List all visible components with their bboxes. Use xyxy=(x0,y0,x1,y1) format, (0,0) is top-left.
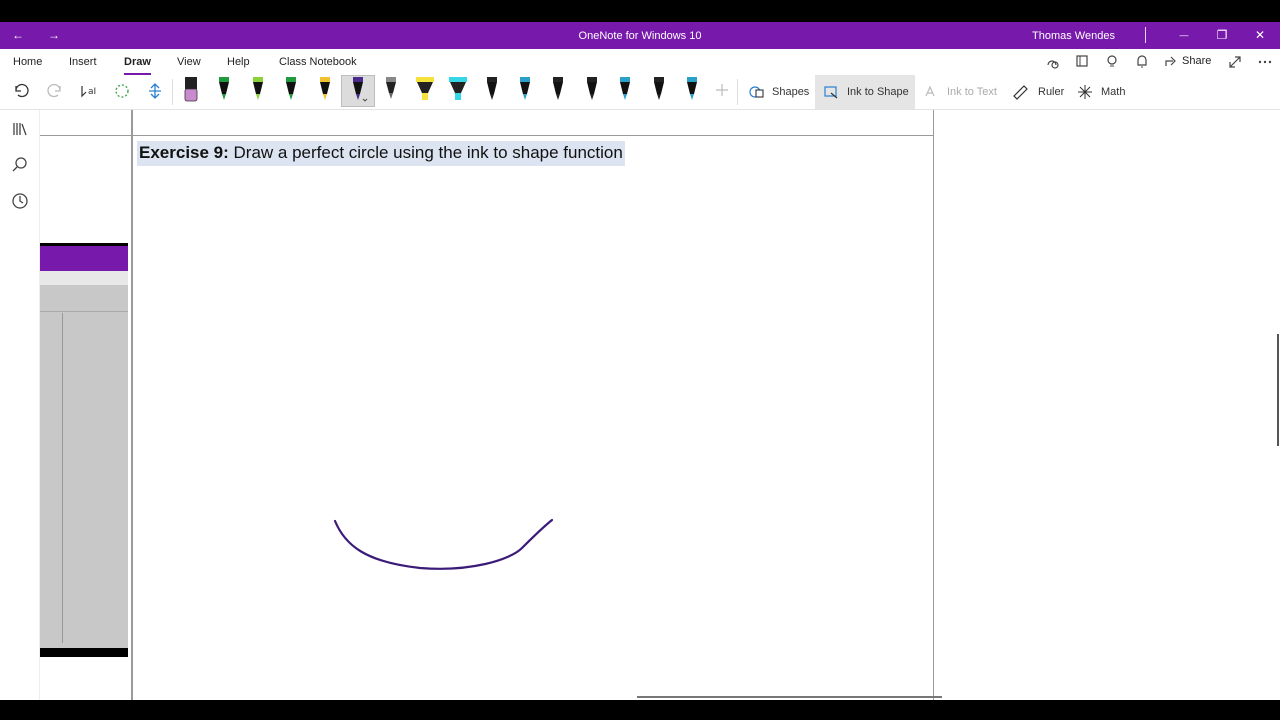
pen-tool-12[interactable] xyxy=(547,75,569,105)
ruler-icon xyxy=(1013,85,1028,100)
ink-stroke[interactable] xyxy=(320,510,570,580)
add-pen-icon[interactable] xyxy=(714,82,730,98)
pen-tool-3[interactable] xyxy=(247,75,269,105)
left-rail xyxy=(0,110,40,700)
pen-tool-14[interactable] xyxy=(614,75,636,105)
lasso-type-select-icon[interactable]: aI xyxy=(80,82,98,100)
svg-text:aI: aI xyxy=(88,87,96,97)
close-icon: ✕ xyxy=(1254,28,1266,42)
page-canvas[interactable] xyxy=(40,110,1280,700)
title-bar: ← → OneNote for Windows 10 Thomas Wendes… xyxy=(0,22,1280,49)
ink-to-text-label: Ink to Text xyxy=(947,86,997,98)
shapes-button[interactable]: Shapes xyxy=(748,81,809,103)
horizontal-scrollbar[interactable] xyxy=(637,696,942,698)
tab-draw[interactable]: Draw xyxy=(124,56,151,75)
user-name[interactable]: Thomas Wendes xyxy=(1032,30,1115,42)
pen-tool-2[interactable] xyxy=(213,75,235,105)
eraser-tool-1[interactable] xyxy=(180,75,202,105)
embedded-screenshot-thumbnail[interactable] xyxy=(40,243,128,657)
minimize-icon: — xyxy=(1179,30,1189,40)
page-left-border xyxy=(131,110,133,700)
tab-view[interactable]: View xyxy=(177,56,201,68)
pencil-tool-7[interactable] xyxy=(380,75,402,105)
search-icon[interactable] xyxy=(11,156,29,174)
exercise-instruction: Draw a perfect circle using the ink to s… xyxy=(228,143,623,162)
page-header-divider xyxy=(40,135,933,136)
thumbnail-border xyxy=(62,313,63,643)
shapes-icon xyxy=(749,86,764,98)
sync-status-icon[interactable] xyxy=(1044,55,1060,69)
pen-tool-4[interactable] xyxy=(280,75,302,105)
pen-tool-16[interactable] xyxy=(681,75,703,105)
toolbar-separator-2 xyxy=(737,79,738,105)
math-icon xyxy=(1078,85,1092,99)
share-button[interactable]: Share xyxy=(1164,55,1211,67)
title-separator xyxy=(1145,27,1146,43)
ruler-button[interactable]: Ruler xyxy=(1012,81,1064,103)
pen-tool-6[interactable] xyxy=(347,75,369,105)
onenote-window: ← → OneNote for Windows 10 Thomas Wendes… xyxy=(0,0,1280,720)
exercise-label: Exercise 9: xyxy=(139,143,229,162)
ink-to-text-icon xyxy=(925,85,935,97)
highlighter-tool-8[interactable] xyxy=(414,75,436,105)
vertical-scrollbar[interactable] xyxy=(1277,334,1279,446)
pen-tool-15[interactable] xyxy=(648,75,670,105)
thumbnail-ribbon xyxy=(40,271,128,285)
page-right-border xyxy=(933,110,934,700)
toolbar-separator xyxy=(172,79,173,105)
ink-to-shape-button[interactable]: Ink to Shape xyxy=(823,81,909,103)
add-space-icon[interactable] xyxy=(147,82,163,100)
exercise-text[interactable]: Exercise 9: Draw a perfect circle using … xyxy=(137,141,625,166)
math-button[interactable]: Math xyxy=(1077,81,1125,103)
tab-insert[interactable]: Insert xyxy=(69,56,97,68)
pen-tool-5[interactable] xyxy=(314,75,336,105)
bottom-letterbox xyxy=(0,700,1280,720)
math-label: Math xyxy=(1101,86,1126,98)
tab-home[interactable]: Home xyxy=(13,56,42,68)
ink-to-text-button[interactable]: Ink to Text xyxy=(923,81,997,103)
ink-to-shape-icon xyxy=(824,86,838,99)
close-button[interactable]: ✕ xyxy=(1250,26,1270,44)
tab-help[interactable]: Help xyxy=(227,56,250,68)
ink-to-shape-label: Ink to Shape xyxy=(847,86,909,98)
lasso-select-icon[interactable] xyxy=(113,82,131,100)
ribbon: Home Insert Draw View Help Class Noteboo… xyxy=(0,49,1280,110)
more-options-icon[interactable] xyxy=(1258,55,1272,69)
ruler-label: Ruler xyxy=(1038,86,1065,98)
thumbnail-titlebar xyxy=(40,243,128,271)
notebook-icon[interactable] xyxy=(1075,54,1089,68)
minimize-button[interactable]: — xyxy=(1174,26,1194,44)
share-icon xyxy=(1165,56,1176,66)
restore-button[interactable]: ❐ xyxy=(1212,26,1232,44)
restore-icon: ❐ xyxy=(1216,28,1228,42)
notebooks-icon[interactable] xyxy=(11,120,29,138)
redo-icon[interactable] xyxy=(46,82,64,98)
bell-icon[interactable] xyxy=(1136,54,1148,69)
pen-tool-10[interactable] xyxy=(481,75,503,105)
pen-tool-13[interactable] xyxy=(581,75,603,105)
recent-icon[interactable] xyxy=(11,192,29,210)
shapes-label: Shapes xyxy=(772,86,810,98)
expand-icon[interactable] xyxy=(1228,55,1242,69)
lightbulb-icon[interactable] xyxy=(1106,54,1118,69)
pen-tool-11[interactable] xyxy=(514,75,536,105)
highlighter-tool-9[interactable] xyxy=(447,75,469,105)
undo-icon[interactable] xyxy=(12,82,30,98)
share-label: Share xyxy=(1182,55,1212,67)
thumbnail-divider xyxy=(40,311,128,312)
tab-class-notebook[interactable]: Class Notebook xyxy=(279,56,357,68)
